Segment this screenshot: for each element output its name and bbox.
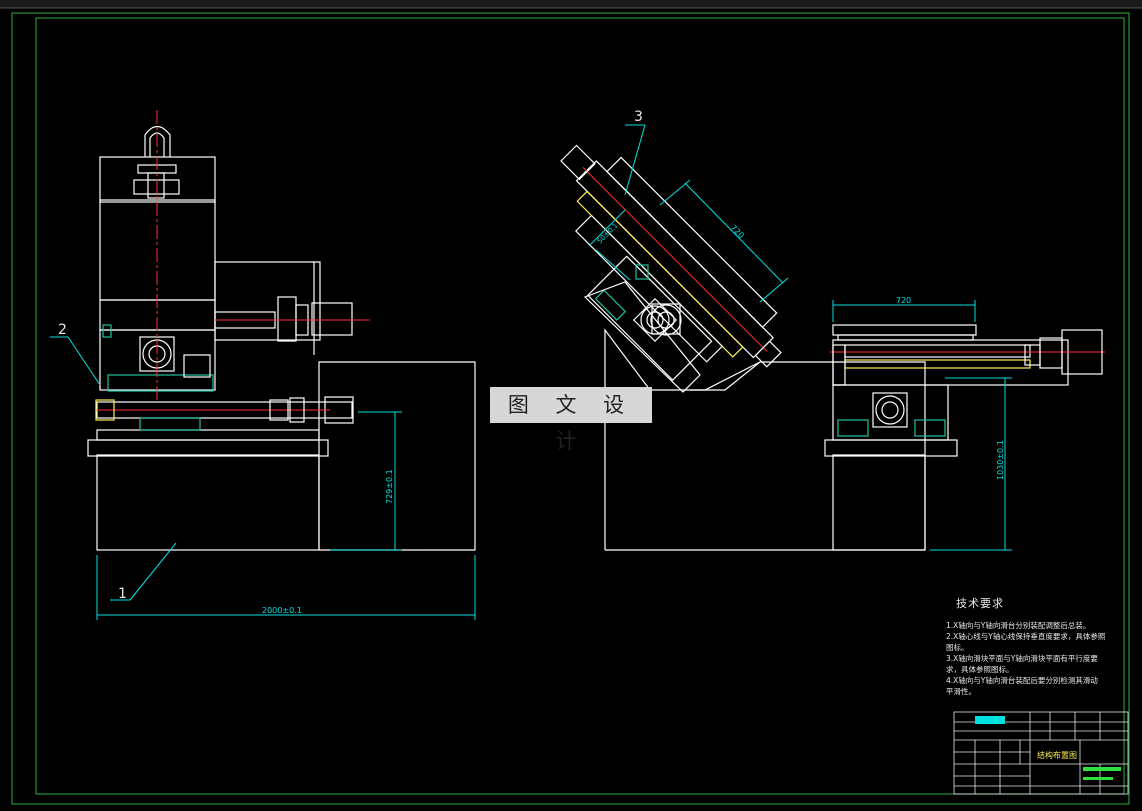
right-view (824, 324, 1105, 551)
tech-requirement-line: 求，具体参照图标。 (946, 665, 1014, 674)
left-dimensions (50, 336, 476, 620)
left-step-block (318, 361, 476, 551)
right-bearing (875, 395, 905, 425)
balloon-1: 1 (118, 586, 127, 602)
tech-requirement-line: 平滑性。 (946, 687, 976, 696)
dim-inclined-length: 720 (729, 223, 746, 240)
tech-requirements-title: 技术要求 (956, 597, 1004, 610)
left-base-block (96, 454, 320, 551)
balloon-3: 3 (634, 109, 643, 125)
left-view (87, 110, 476, 551)
right-top-table (832, 324, 977, 336)
balloon-group: 1 2 3 (58, 109, 643, 602)
tech-requirement-line: 2.X轴心线与Y轴心线保持垂直度要求，具体参照 (946, 632, 1106, 641)
tech-requirement-line: 4.X轴向与Y轴向滑台装配后要分别检测其滑动 (946, 676, 1098, 685)
dim-inclined-offset: 50±0.1 (596, 221, 620, 245)
tech-requirement-line: 3.X轴向滑块平面与Y轴向滑块平面有平行度要 (946, 654, 1098, 663)
right-base-plate (824, 439, 958, 457)
balloon-2: 2 (58, 322, 67, 338)
tech-requirements-list: 1.X轴向与Y轴向滑台分别装配调整后总装。 2.X轴心线与Y轴心线保持垂直度要求… (946, 620, 1111, 697)
middle-tilted-slide (560, 144, 782, 368)
right-dimensions (832, 300, 1012, 551)
dim-base-length: 2000±0.1 (262, 606, 302, 615)
dim-table-width: 720 (896, 296, 911, 305)
window-top-strip (0, 0, 1142, 8)
tech-requirement-line: 1.X轴向与Y轴向滑台分别装配调整后总装。 (946, 621, 1091, 630)
title-block-name: 结构布置图 (1037, 750, 1077, 760)
left-base-plate (87, 439, 329, 457)
watermark-banner: 图 文 设 计 (490, 387, 652, 453)
right-base-block (832, 454, 926, 551)
tech-requirement-line: 图标。 (946, 643, 969, 652)
dim-right-height: 1030±0.1 (996, 440, 1005, 480)
dim-left-height: 729±0.1 (385, 469, 394, 504)
